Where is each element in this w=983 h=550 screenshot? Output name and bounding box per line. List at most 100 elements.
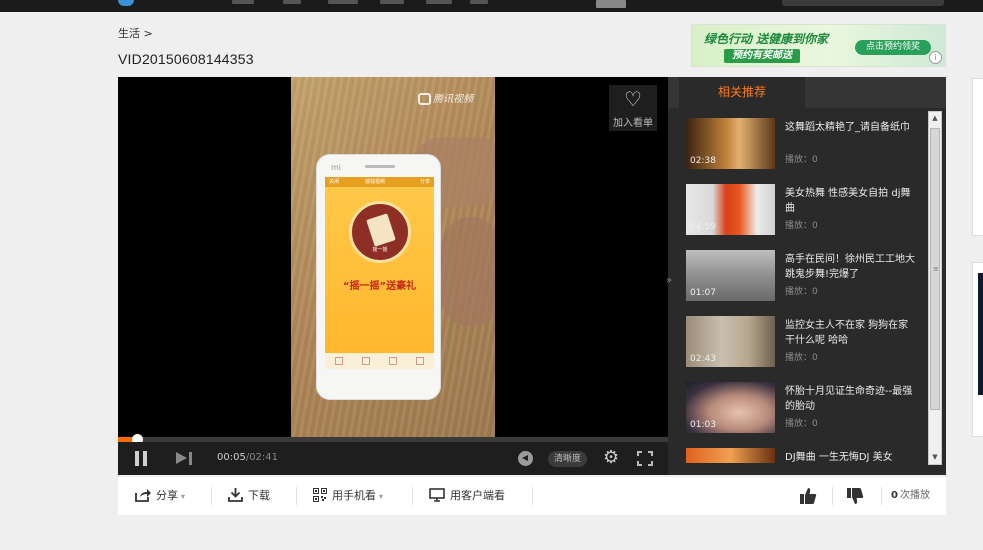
add-to-watchlist-button[interactable]: ♡ 加入看单 [609,85,657,131]
shake-logo-icon: 摇一摇 [349,201,411,263]
site-logo-icon[interactable] [118,0,134,6]
video-title-link[interactable]: 这舞蹈太精艳了_请自备纸巾 [785,120,915,135]
list-item[interactable]: 02:38 这舞蹈太精艳了_请自备纸巾 播放：0 [686,118,926,184]
play-count-number: 0 [891,490,898,501]
dislike-button[interactable] [846,477,864,515]
app-title: 摇钱视频 [365,179,386,185]
scroll-down-arrow-icon[interactable]: ▼ [929,451,941,464]
toolbar-divider [412,487,413,505]
watch-on-client-button[interactable]: 用客户端看 [429,477,505,515]
video-play-count: 播放：0 [785,419,818,429]
toolbar-divider [532,487,533,505]
nav-item[interactable] [470,0,488,4]
scrollbar-thumb[interactable]: ≡ [930,128,940,410]
video-duration: 02:38 [690,156,716,166]
video-title-link[interactable]: DJ舞曲 一生无悔DJ 美女 [785,450,915,463]
app-share-label: 分享 [419,179,430,185]
download-label: 下载 [248,489,270,502]
share-label: 分享 [156,489,178,502]
phone-in-video: mi 关闭 摇钱视频 分享 摇一摇 “摇一摇”送豪礼 [316,154,441,400]
tab-icon [389,357,397,365]
advertisement-banner[interactable]: 绿色行动 送健康到你家 预约有奖邮送 点击预约领奖 i [691,24,946,67]
download-icon [228,488,243,502]
watch-on-phone-label: 用手机看 [332,489,376,502]
tencent-video-watermark: 腾讯视频 [418,90,473,105]
current-time: 00:05 [217,452,246,463]
nav-item[interactable] [283,0,301,4]
next-video-button[interactable] [176,451,194,466]
phone-brand: mi [331,163,342,172]
video-thumbnail[interactable]: 01:03 [686,382,775,433]
thumbs-down-icon [847,488,864,504]
list-item[interactable]: 02:43 监控女主人不在家 狗狗在家干什么呢 哈哈 播放：0 [686,316,926,382]
video-title-link[interactable]: 美女热舞 性感美女自拍 dj舞曲 [785,186,915,216]
toolbar-divider [832,487,833,505]
nav-item[interactable] [328,0,358,4]
panel-header: 相关推荐 [668,77,946,108]
promo-icon[interactable] [596,0,626,8]
settings-gear-icon[interactable]: ⚙ [603,448,619,468]
top-search-input[interactable] [782,0,944,6]
ad-cta-button[interactable]: 点击预约领奖 [855,40,931,55]
list-item[interactable]: 01:03 怀胎十月见证生命奇迹--最强的胎动 播放：0 [686,382,926,448]
nav-item[interactable] [380,0,404,4]
video-thumbnail[interactable]: 01:07 [686,250,775,301]
list-item[interactable]: 04:59 美女热舞 性感美女自拍 dj舞曲 播放：0 [686,184,926,250]
collapse-panel-icon[interactable]: » [666,275,674,286]
volume-icon[interactable] [518,451,533,466]
video-title-link[interactable]: 监控女主人不在家 狗狗在家干什么呢 哈哈 [785,318,915,348]
heart-plus-icon: ♡ [624,87,642,111]
pause-button[interactable] [134,451,148,466]
ad-headline: 绿色行动 送健康到你家 [704,32,829,46]
video-frame[interactable]: mi 关闭 摇钱视频 分享 摇一摇 “摇一摇”送豪礼 [291,77,495,437]
like-button[interactable] [799,477,817,515]
tab-icon [416,357,424,365]
video-title-link[interactable]: 怀胎十月见证生命奇迹--最强的胎动 [785,384,915,414]
video-thumbnail[interactable]: 02:43 [686,316,775,367]
video-play-count: 播放：0 [785,287,818,297]
fullscreen-icon[interactable] [637,451,653,466]
chevron-down-icon: ▾ [181,492,186,501]
video-player[interactable]: mi 关闭 摇钱视频 分享 摇一摇 “摇一摇”送豪礼 腾讯视频 ♡ 加入看单 0… [118,77,668,475]
card-shape [366,213,396,247]
nav-item[interactable] [426,0,452,4]
video-thumbnail[interactable]: 02:38 [686,118,775,169]
watch-on-client-label: 用客户端看 [450,489,505,502]
video-title-link[interactable]: 高手在民间！徐州民工工地大跳鬼步舞!完爆了 [785,252,915,282]
quality-button[interactable]: 清晰度 [548,451,588,467]
tab-icon [335,357,343,365]
add-to-watchlist-label: 加入看单 [613,118,653,129]
tab-related[interactable]: 相关推荐 [679,77,805,108]
breadcrumb-separator: > [143,27,153,40]
list-item[interactable]: DJ舞曲 一生无悔DJ 美女 [686,448,926,463]
watermark-text: 腾讯视频 [433,94,473,105]
side-card[interactable] [972,262,983,437]
video-duration: 04:59 [690,222,716,232]
ad-info-icon[interactable]: i [929,51,942,64]
nav-item[interactable] [232,0,254,4]
phone-screen: 关闭 摇钱视频 分享 摇一摇 “摇一摇”送豪礼 [325,177,434,369]
side-card[interactable] [972,78,983,236]
toolbar-divider [211,487,212,505]
download-button[interactable]: 下载 [228,477,270,515]
page-title: VID20150608144353 [118,51,254,67]
thumbs-up-icon [800,488,817,504]
video-duration: 01:03 [690,420,716,430]
video-play-count: 播放：0 [785,221,818,231]
video-play-count: 播放：0 [785,155,818,165]
breadcrumb-category-link[interactable]: 生活 [118,27,140,40]
scrollbar-grip-icon: ≡ [933,265,939,273]
scroll-up-arrow-icon[interactable]: ▲ [929,112,941,125]
monitor-icon [429,488,445,502]
video-thumbnail[interactable]: 04:59 [686,184,775,235]
time-display: 00:05/02:41 [217,452,278,463]
watch-on-phone-button[interactable]: 用手机看 ▾ [313,477,383,515]
total-play-count: 0 次播放 [891,477,930,515]
share-button[interactable]: 分享 ▾ [135,477,185,515]
ad-subline: 预约有奖邮送 [724,49,800,63]
tab-icon [362,357,370,365]
video-thumbnail[interactable] [686,448,775,463]
list-item[interactable]: 01:07 高手在民间！徐州民工工地大跳鬼步舞!完爆了 播放：0 [686,250,926,316]
related-list-scrollbar[interactable]: ▲ ≡ ▼ [928,111,942,465]
phone-speaker [365,165,395,168]
